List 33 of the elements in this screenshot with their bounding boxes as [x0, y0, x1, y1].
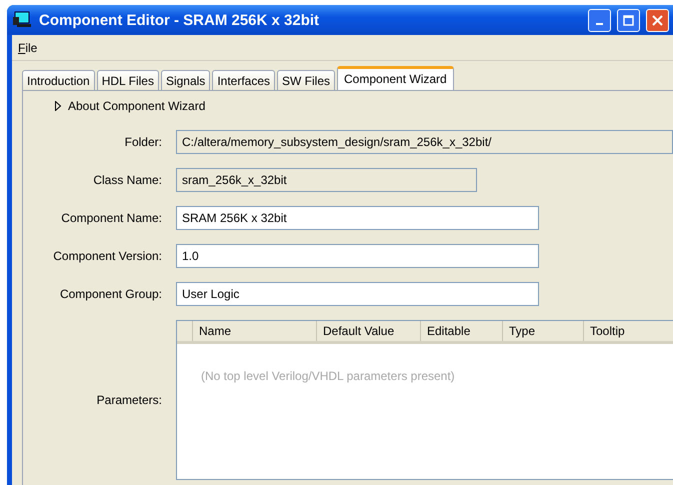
text-field[interactable]: 1.0 — [176, 244, 539, 268]
app-icon — [13, 11, 33, 29]
about-toggle[interactable]: About Component Wizard — [23, 95, 673, 117]
text-field[interactable]: sram_256k_x_32bit — [176, 168, 477, 192]
text-field[interactable]: C:/altera/memory_subsystem_design/sram_256k_x_32bit/ — [176, 130, 673, 154]
menu-item[interactable]: File — [17, 38, 38, 56]
field-label: Folder: — [124, 135, 162, 149]
column-header[interactable]: Tooltip — [583, 321, 673, 341]
column-header[interactable]: Type — [502, 321, 583, 341]
field-label: Parameters: — [96, 393, 162, 407]
tab[interactable]: SW Files — [277, 70, 336, 90]
field-label: Class Name: — [92, 173, 162, 187]
minimize-button[interactable] — [588, 8, 611, 32]
tab[interactable]: Interfaces — [212, 70, 276, 90]
window-title: Component Editor - SRAM 256K x 32bit — [39, 12, 320, 28]
text-field[interactable]: User Logic — [176, 282, 539, 306]
text-field[interactable]: SRAM 256K x 32bit — [176, 206, 539, 230]
minimize-icon — [596, 23, 603, 25]
maximize-icon — [623, 14, 634, 26]
field-label: Component Version: — [52, 249, 162, 263]
column-header[interactable]: Name — [192, 321, 316, 341]
field-label: Component Group: — [58, 287, 162, 301]
tab[interactable]: Component Wizard — [337, 66, 454, 90]
tab[interactable]: Introduction — [22, 70, 95, 90]
empty-message: (No top level Verilog/VHDL parameters present) — [201, 369, 456, 383]
field-label: Component Name: — [60, 211, 162, 225]
close-button[interactable] — [646, 8, 669, 32]
maximize-button[interactable] — [617, 8, 640, 32]
close-icon — [652, 14, 663, 26]
tab[interactable]: HDL Files — [96, 70, 159, 90]
tab[interactable]: Signals — [160, 70, 210, 90]
column-header[interactable]: Default Value — [316, 321, 420, 341]
column-header[interactable]: Editable — [420, 321, 502, 341]
